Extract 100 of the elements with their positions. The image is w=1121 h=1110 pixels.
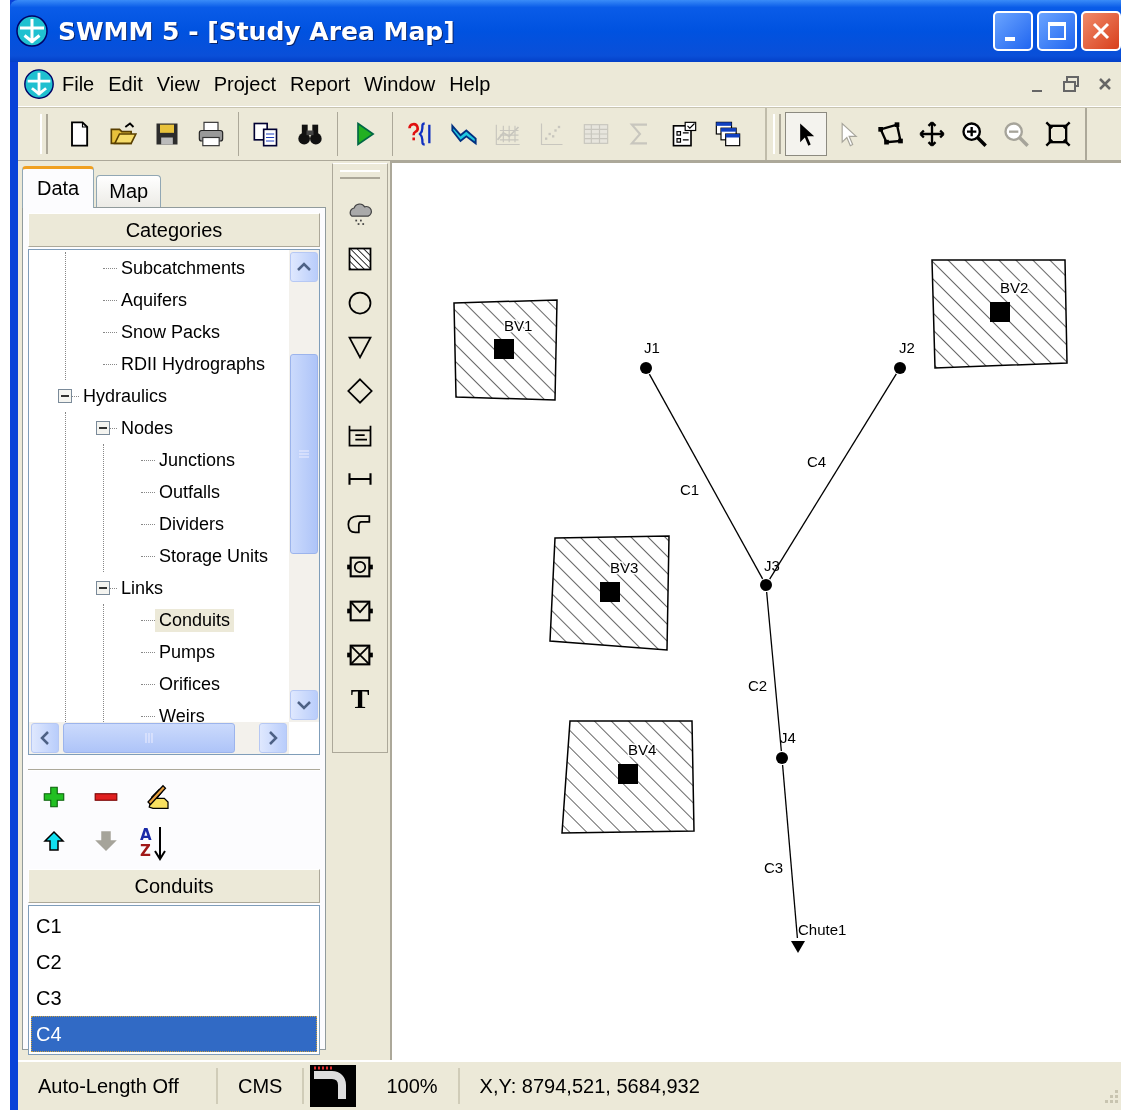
menu-item[interactable]: Window: [358, 68, 444, 100]
junction-node[interactable]: [894, 362, 906, 374]
flow-units-status: CMS: [218, 1068, 305, 1104]
sort-button[interactable]: A Z: [140, 823, 176, 863]
tab[interactable]: Map: [96, 175, 162, 207]
close-icon: [1097, 76, 1113, 92]
coordinates-status: X,Y: 8794,521, 5684,932: [478, 1073, 701, 1099]
conduit-label: C3: [764, 859, 784, 876]
subcatchment-area[interactable]: [453, 299, 558, 401]
horizontal-scrollbar[interactable]: [29, 722, 289, 754]
full-extent-icon[interactable]: [1044, 120, 1072, 148]
tree-item[interactable]: Orifices: [155, 672, 224, 696]
tree-item[interactable]: Pumps: [155, 640, 220, 664]
tree-item[interactable]: Storage Units: [155, 544, 273, 568]
tree-item[interactable]: Nodes: [117, 416, 178, 440]
subcatchment-area[interactable]: [931, 259, 1068, 369]
tree-item[interactable]: Junctions: [155, 448, 240, 472]
scroll-left-icon[interactable]: [39, 730, 51, 746]
tree-item[interactable]: Aquifers: [117, 288, 192, 312]
scroll-down-icon[interactable]: [296, 699, 312, 711]
minimize-button[interactable]: [993, 11, 1033, 51]
conduit-line[interactable]: [781, 764, 799, 939]
tree-item[interactable]: Conduits: [155, 608, 235, 632]
list-item[interactable]: C4: [31, 1016, 317, 1052]
collapse-icon[interactable]: [96, 421, 110, 435]
text-label-tool[interactable]: T: [338, 677, 382, 721]
collapse-icon[interactable]: [96, 581, 110, 595]
restore-icon: [1062, 75, 1080, 93]
up-arrow-icon[interactable]: [42, 829, 66, 853]
zoom-in-icon[interactable]: [960, 120, 988, 148]
subcatchment-area[interactable]: [561, 720, 695, 834]
conduit-label: C4: [807, 453, 827, 470]
objects-header: Conduits: [28, 869, 320, 903]
divider-icon[interactable]: [346, 377, 374, 405]
junction-node[interactable]: [760, 579, 772, 591]
conduit-label: C1: [680, 481, 700, 498]
minimize-icon: [1032, 90, 1042, 92]
node-label: J4: [780, 729, 796, 746]
grip-icon: [298, 448, 310, 460]
query-icon[interactable]: [406, 120, 434, 148]
node-label: J1: [644, 339, 660, 356]
tab[interactable]: Data: [22, 166, 95, 208]
junction-node[interactable]: [776, 752, 788, 764]
collapse-icon[interactable]: [58, 389, 72, 403]
junction-node[interactable]: [640, 362, 652, 374]
zoom-level-status: 100%: [366, 1068, 460, 1104]
subcatchment-label: BV1: [504, 317, 533, 334]
tree-item[interactable]: Snow Packs: [117, 320, 225, 344]
map-tool-button[interactable]: [785, 112, 827, 156]
auto-length-status[interactable]: Auto-Length Off: [18, 1068, 218, 1104]
junction-icon[interactable]: [346, 289, 374, 317]
vertical-scrollbar[interactable]: [289, 250, 319, 722]
add-icon[interactable]: [41, 784, 67, 810]
scroll-up-icon[interactable]: [296, 261, 312, 273]
menu-item[interactable]: File: [56, 68, 103, 100]
subcatchment-label: BV2: [1000, 279, 1029, 296]
offset-icon[interactable]: [310, 1065, 357, 1107]
list-item[interactable]: C1: [31, 908, 317, 944]
copy-icon[interactable]: [252, 120, 280, 148]
pan-icon[interactable]: [918, 120, 946, 148]
maximize-icon: [1047, 21, 1067, 41]
menu-item[interactable]: Project: [207, 68, 284, 100]
tree-item[interactable]: Outfalls: [155, 480, 225, 504]
tree-item[interactable]: Hydraulics: [79, 384, 172, 408]
close-icon: [1091, 21, 1111, 41]
tree-item[interactable]: RDII Hydrographs: [117, 352, 270, 376]
scroll-thumb[interactable]: [290, 354, 318, 554]
profile-icon[interactable]: [450, 120, 478, 148]
outfall-node[interactable]: [791, 941, 805, 953]
minimize-icon: [1005, 37, 1015, 41]
polygon-icon[interactable]: [876, 120, 904, 148]
tree-item[interactable]: Dividers: [155, 512, 228, 536]
toolbar-grip[interactable]: [40, 114, 48, 154]
menu-item[interactable]: Help: [443, 68, 499, 100]
menu-item[interactable]: View: [150, 68, 208, 100]
close-button[interactable]: [1081, 11, 1121, 51]
conduit-label: C2: [748, 677, 768, 694]
down-arrow-icon: [153, 825, 166, 861]
toolbar-grip[interactable]: [773, 114, 781, 154]
tree-item[interactable]: Links: [117, 576, 168, 600]
printer-icon[interactable]: [197, 120, 225, 148]
maximize-button[interactable]: [1037, 11, 1077, 51]
list-item[interactable]: C2: [31, 944, 317, 980]
tree-item[interactable]: Subcatchments: [117, 256, 250, 280]
list-item[interactable]: C3: [31, 980, 317, 1016]
windows-icon[interactable]: [714, 120, 742, 148]
scroll-thumb[interactable]: [63, 723, 235, 753]
menu-item[interactable]: Report: [283, 68, 358, 100]
subcatchment-area[interactable]: [549, 535, 670, 651]
subcatchment-icon[interactable]: [346, 245, 374, 273]
subcatchment-label: BV4: [628, 741, 657, 758]
menu-item[interactable]: Edit: [102, 68, 151, 100]
scroll-right-icon[interactable]: [267, 730, 279, 746]
node-label: J2: [899, 339, 915, 356]
conduit-line[interactable]: [766, 591, 782, 752]
options-icon[interactable]: [670, 120, 698, 148]
categories-header: Categories: [28, 213, 320, 247]
node-label: Chute1: [798, 921, 847, 938]
tree-item[interactable]: Weirs: [155, 704, 209, 722]
grip-icon: [143, 732, 155, 744]
